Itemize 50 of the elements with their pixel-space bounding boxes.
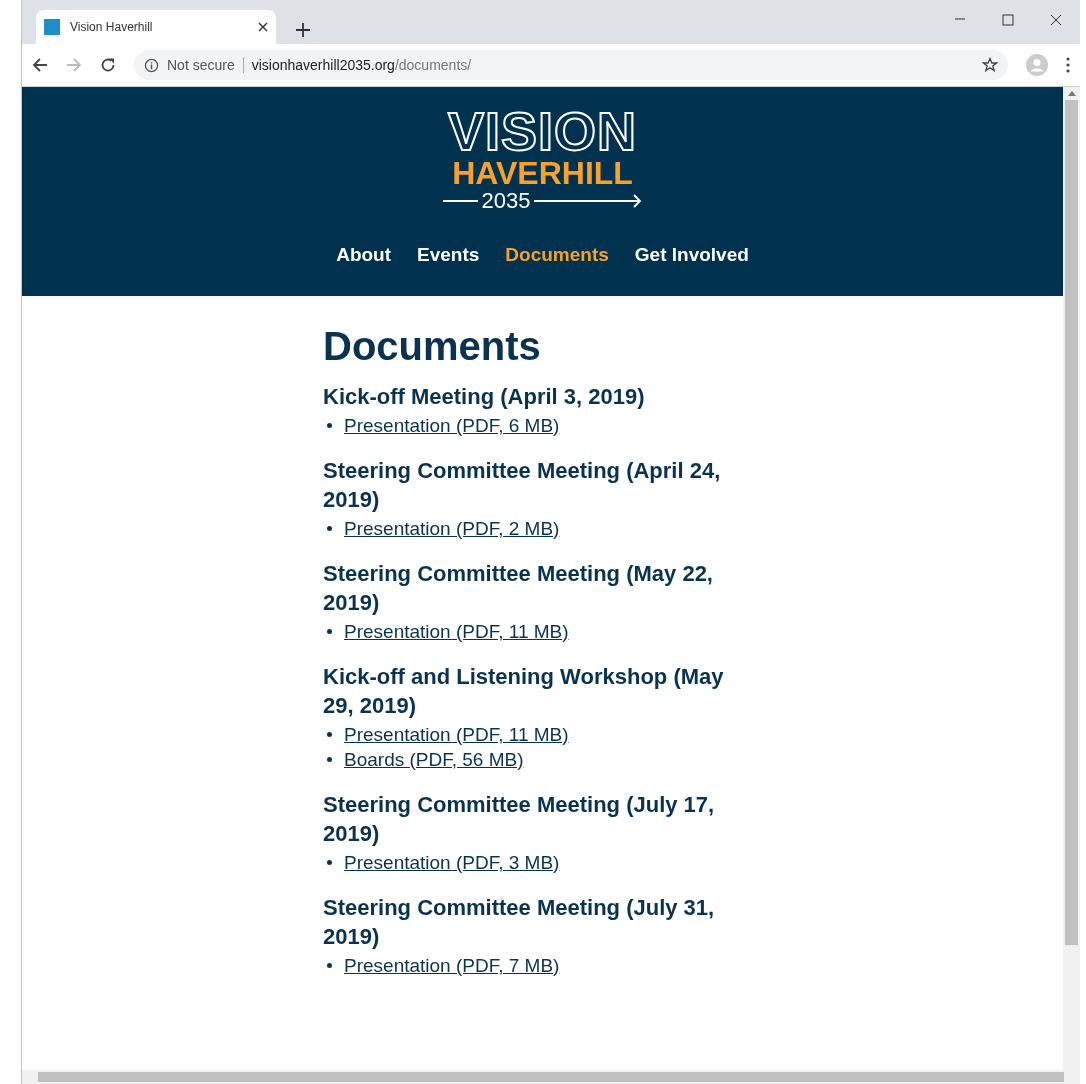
security-label: Not secure xyxy=(167,55,235,75)
reload-icon[interactable] xyxy=(100,57,116,73)
scrollbar-thumb[interactable] xyxy=(1065,100,1078,945)
section-heading: Kick-off Meeting (April 3, 2019) xyxy=(323,383,646,411)
nav-link[interactable]: About xyxy=(336,241,392,270)
vertical-scrollbar[interactable] xyxy=(1063,87,1080,1070)
logo-year: 2035 xyxy=(481,189,531,213)
nav-link[interactable]: Documents xyxy=(505,241,609,270)
logo-rule xyxy=(442,200,478,202)
tab-title: Vision Haverhill xyxy=(70,19,154,36)
close-icon[interactable] xyxy=(1050,14,1062,26)
document-link[interactable]: Presentation (PDF, 2 MB) xyxy=(344,516,560,541)
section-heading: Kick-off and Listening Workshop (May 29, 2019) xyxy=(323,663,725,720)
document-link[interactable]: Boards (PDF, 56 MB) xyxy=(344,747,524,772)
document-link[interactable]: Presentation (PDF, 6 MB) xyxy=(344,413,560,438)
info-icon xyxy=(144,57,159,73)
bullet-icon xyxy=(327,423,332,428)
document-link[interactable]: Presentation (PDF, 11 MB) xyxy=(344,619,569,644)
maximize-icon[interactable] xyxy=(1002,14,1014,26)
section-heading: Steering Committee Meeting (May 22, 2019) xyxy=(323,560,714,617)
logo-title: VISION xyxy=(447,105,637,157)
new-tab-icon[interactable] xyxy=(296,23,310,37)
menu-icon[interactable] xyxy=(1066,57,1070,73)
document-link[interactable]: Presentation (PDF, 3 MB) xyxy=(344,850,560,875)
back-icon[interactable] xyxy=(32,57,48,73)
close-icon[interactable] xyxy=(258,22,268,32)
browser-tab[interactable]: Vision Haverhill xyxy=(36,10,276,44)
bullet-icon xyxy=(327,963,332,968)
star-icon[interactable] xyxy=(982,57,998,73)
page-title: Documents xyxy=(323,323,542,370)
arrow-icon xyxy=(534,194,643,208)
scroll-up-icon[interactable] xyxy=(1067,91,1076,96)
bullet-icon xyxy=(327,860,332,865)
site-favicon-icon xyxy=(44,19,60,35)
bullet-icon xyxy=(327,732,332,737)
scrollbar-thumb[interactable] xyxy=(38,1072,1064,1082)
section-heading: Steering Committee Meeting (April 24, 2019) xyxy=(323,457,722,514)
address-bar[interactable]: Not secure visionhaverhill2035.org/documents/ xyxy=(134,50,1008,80)
document-link[interactable]: Presentation (PDF, 11 MB) xyxy=(344,722,569,747)
bullet-icon xyxy=(327,526,332,531)
nav-link[interactable]: Get Involved xyxy=(634,241,749,270)
horizontal-scrollbar[interactable] xyxy=(22,1070,1080,1084)
bullet-icon xyxy=(327,629,332,634)
section-heading: Steering Committee Meeting (July 31, 2019) xyxy=(323,894,716,951)
url-text: visionhaverhill2035.org/documents/ xyxy=(251,55,473,75)
nav-link[interactable]: Events xyxy=(417,241,480,270)
section-heading: Steering Committee Meeting (July 17, 2019) xyxy=(323,791,716,848)
logo-subtitle: HAVERHILL xyxy=(452,157,633,189)
bullet-icon xyxy=(327,757,332,762)
document-link[interactable]: Presentation (PDF, 7 MB) xyxy=(344,953,560,978)
